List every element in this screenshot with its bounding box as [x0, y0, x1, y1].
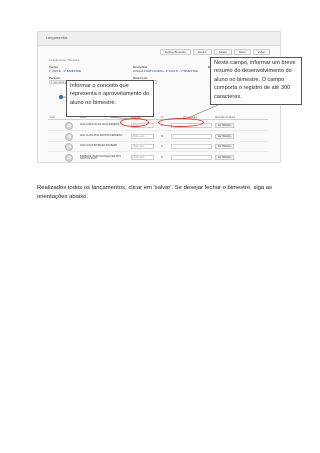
observation-highlight	[158, 118, 204, 127]
avatar	[65, 122, 73, 130]
window-title: Lançamentos	[46, 36, 68, 40]
view-history-button[interactable]: Ver Histórico	[215, 154, 234, 160]
view-history-button[interactable]: Ver Histórico	[215, 133, 234, 139]
save-button[interactable]: Salvar	[213, 49, 232, 55]
table-row: ANA FLAVIA MOREIRA PINHEIRO Digite aqui..…	[48, 142, 268, 152]
avatar	[65, 153, 73, 162]
avatar	[65, 143, 73, 151]
concept-input[interactable]: Digite aqui...	[131, 154, 154, 160]
concept-highlight	[120, 118, 149, 127]
table-row: ANA CLARA DOS SANTOS FERREIRA Digite aqui…	[48, 132, 268, 142]
concept-callout: Informar o conceito que representa o apr…	[66, 80, 154, 117]
col-situacao: Situação do Aluno	[215, 116, 236, 119]
table-row: BARBARA VIEIRA GONÇALVES DOS SANTOS SILV…	[48, 153, 268, 162]
observation-callout: Neste campo, informar um breve resumo do…	[210, 57, 302, 105]
toolbar: Fechar Bimestre Excluir Salvar Novo Volt…	[159, 49, 270, 55]
breadcrumb: Lançamentos / Bimestre	[49, 58, 80, 62]
back-button[interactable]: Voltar	[252, 49, 270, 55]
turma-value[interactable]: 1º ANO B - 1º BIMESTRE	[49, 69, 81, 73]
percent-label: %	[161, 145, 164, 148]
observation-input[interactable]	[171, 133, 212, 139]
avatar	[65, 132, 73, 141]
delete-button[interactable]: Excluir	[192, 49, 212, 55]
observation-input[interactable]	[171, 154, 212, 160]
student-name: ANA FLAVIA MOREIRA PINHEIRO	[80, 144, 118, 147]
col-foto: Foto	[50, 116, 56, 119]
disciplina-value[interactable]: LINGUA PORTUGUESA - 1º ANO B - 1º BIMEST…	[133, 69, 198, 73]
view-history-button[interactable]: Ver Histórico	[215, 123, 234, 128]
observation-input[interactable]	[171, 144, 212, 149]
view-history-button[interactable]: Ver Histórico	[215, 144, 234, 149]
percent-label: %	[161, 155, 164, 159]
student-name: ANA CLARA DOS SANTOS FERREIRA	[80, 133, 123, 137]
concept-input[interactable]: Digite aqui...	[131, 133, 154, 139]
percent-label: %	[161, 134, 164, 138]
instruction-paragraph: Realizados todos os lançamentos, clicar …	[37, 185, 273, 200]
window-titlebar: Lançamentos	[38, 32, 280, 46]
student-name: BARBARA VIEIRA GONÇALVES DOS SANTOS SILV…	[80, 154, 121, 161]
close-term-button[interactable]: Fechar Bimestre	[159, 49, 191, 55]
concept-input[interactable]: Digite aqui...	[131, 144, 154, 149]
new-button[interactable]: Novo	[233, 49, 251, 55]
